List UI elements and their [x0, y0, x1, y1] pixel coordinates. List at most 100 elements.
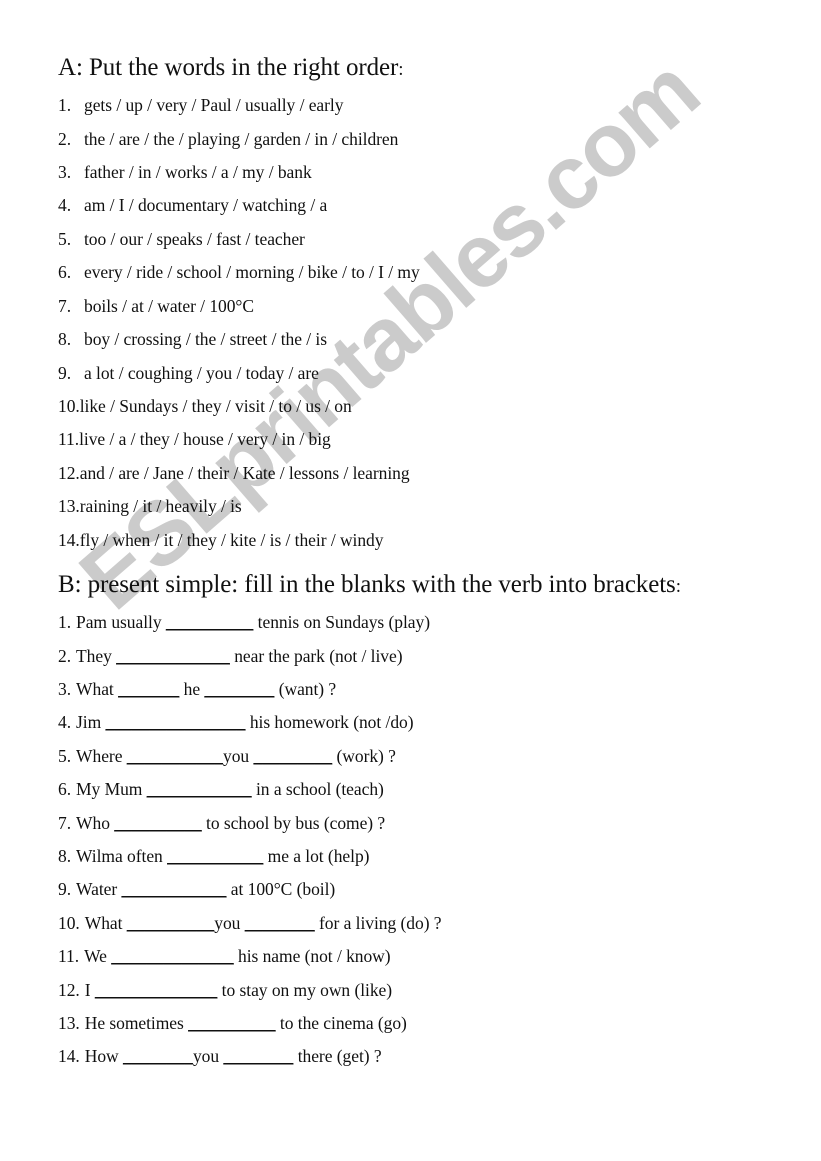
list-item: 3. What _______ he ________ (want) ? [58, 673, 763, 706]
item-text-after: (work) ? [332, 745, 396, 766]
item-text-after: in a school (teach) [251, 779, 384, 800]
answer-blank[interactable]: __________ [188, 1013, 276, 1033]
list-item: 12.and / are / Jane / their / Kate / les… [58, 457, 763, 490]
section-b-heading: B: present simple: fill in the blanks wi… [58, 569, 763, 600]
item-number: 6. [58, 262, 72, 283]
answer-blank-2[interactable]: ________ [223, 1046, 293, 1066]
list-item: 4. am / I / documentary / watching / a [58, 189, 763, 222]
section-a-heading-colon: : [398, 59, 404, 80]
answer-blank[interactable]: ____________ [121, 879, 226, 899]
item-text: father / in / works / a / my / bank [84, 162, 312, 183]
item-number: 11. [58, 946, 80, 967]
item-text-before: Water [76, 879, 122, 900]
item-text-before: Where [76, 745, 127, 766]
item-text: boy / crossing / the / street / the / is [84, 329, 327, 350]
section-b-heading-text: B: present simple: fill in the blanks wi… [58, 570, 676, 598]
item-number: 2. [58, 128, 72, 149]
answer-blank[interactable]: ___________ [167, 846, 263, 866]
item-number: 8. [58, 846, 72, 867]
list-item: 1. Pam usually __________ tennis on Sunda… [58, 606, 763, 639]
section-b-heading-colon: : [675, 575, 681, 597]
item-number: 9. [58, 879, 72, 900]
item-text-after: his homework (not /do) [245, 712, 414, 733]
item-text: a lot / coughing / you / today / are [84, 362, 319, 383]
item-text-after: to the cinema (go) [275, 1013, 407, 1034]
item-number: 3. [58, 679, 72, 699]
list-item: 10.like / Sundays / they / visit / to / … [58, 390, 763, 423]
list-item: 11.live / a / they / house / very / in /… [58, 423, 763, 456]
answer-blank-2[interactable]: ________ [204, 679, 274, 699]
list-item: 6. My Mum ____________ in a school (teach… [58, 773, 763, 806]
answer-blank[interactable]: ____________ [147, 779, 252, 799]
item-number: 5. [58, 745, 72, 766]
item-text-after: his name (not / know) [233, 946, 391, 967]
section-a-heading: A: Put the words in the right order: [58, 52, 763, 83]
item-number: 9. [58, 362, 72, 383]
item-text: live / a / they / house / very / in / bi… [79, 429, 331, 450]
list-item: 12. I ______________ to stay on my own (l… [58, 974, 763, 1007]
item-number: 11. [58, 429, 80, 450]
item-text-after: to stay on my own (like) [217, 979, 393, 1000]
item-number: 7. [58, 812, 72, 833]
item-number: 7. [58, 295, 72, 316]
section-a-heading-text: A: Put the words in the right order [58, 54, 399, 81]
item-text: raining / it / heavily / is [79, 496, 242, 517]
list-item: 10. What __________you ________ for a liv… [58, 907, 763, 940]
item-text-after: there (get) ? [293, 1046, 382, 1067]
list-item: 4. Jim ________________ his homework (not… [58, 706, 763, 739]
answer-blank-2[interactable]: ________ [245, 913, 315, 933]
section-a-item-list: 1. gets / up / very / Paul / usually / ea… [58, 89, 763, 557]
item-text: like / Sundays / they / visit / to / us … [79, 395, 352, 416]
answer-blank[interactable]: ______________ [111, 946, 234, 966]
item-text-before: Wilma often [76, 846, 168, 867]
list-item: 11. We ______________ his name (not / kno… [58, 940, 763, 973]
answer-blank-2[interactable]: _________ [253, 746, 332, 766]
item-number: 10. [58, 395, 80, 416]
item-number: 12. [58, 462, 80, 483]
section-b: B: present simple: fill in the blanks wi… [0, 557, 821, 1074]
answer-blank[interactable]: __________ [114, 813, 202, 833]
item-number: 8. [58, 329, 72, 350]
answer-blank[interactable]: __________ [166, 612, 254, 632]
item-number: 6. [58, 779, 72, 800]
item-number: 13. [58, 496, 80, 517]
item-text: boils / at / water / 100°C [84, 295, 254, 316]
item-text-after: for a living (do) ? [314, 912, 442, 933]
section-b-item-list: 1. Pam usually __________ tennis on Sunda… [58, 606, 763, 1074]
section-a: A: Put the words in the right order: 1. g… [0, 0, 821, 557]
item-number: 4. [58, 712, 72, 733]
answer-blank[interactable]: __________ [127, 913, 215, 933]
item-number: 1. [58, 95, 72, 116]
item-text: am / I / documentary / watching / a [84, 195, 328, 216]
answer-blank[interactable]: ___________ [127, 746, 223, 766]
item-text: every / ride / school / morning / bike /… [84, 262, 420, 283]
item-number: 14. [58, 529, 80, 550]
item-text: too / our / speaks / fast / teacher [84, 228, 305, 249]
answer-blank[interactable]: ________ [123, 1046, 193, 1066]
list-item: 7. boils / at / water / 100°C [58, 290, 763, 323]
item-text-middle: you [214, 912, 245, 933]
list-item: 9. Water ____________ at 100°C (boil) [58, 873, 763, 906]
item-number: 4. [58, 195, 72, 216]
item-number: 13. [58, 1013, 80, 1034]
list-item: 13.raining / it / heavily / is [58, 490, 763, 523]
answer-blank[interactable]: ________________ [106, 712, 246, 732]
list-item: 13. He sometimes __________ to the cinema… [58, 1007, 763, 1040]
item-text: fly / when / it / they / kite / is / the… [79, 529, 384, 550]
list-item: 2. the / are / the / playing / garden / i… [58, 123, 763, 156]
item-text: and / are / Jane / their / Kate / lesson… [79, 462, 410, 483]
item-number: 10. [58, 912, 80, 933]
item-number: 1. [58, 612, 72, 633]
item-text-after: near the park (not / live) [229, 645, 403, 666]
answer-blank[interactable]: ______________ [95, 980, 218, 1000]
answer-blank[interactable]: _______ [118, 679, 179, 699]
item-text-before: Pam usually [76, 612, 166, 633]
item-number: 2. [58, 645, 72, 666]
answer-blank[interactable]: _____________ [116, 646, 230, 666]
item-text: the / are / the / playing / garden / in … [84, 128, 399, 149]
list-item: 2. They _____________ near the park (not … [58, 640, 763, 673]
item-text-before: Jim [76, 712, 106, 733]
worksheet-content: A: Put the words in the right order: 1. g… [0, 0, 821, 1074]
list-item: 6. every / ride / school / morning / bike… [58, 256, 763, 289]
item-text-before: What [84, 912, 127, 933]
